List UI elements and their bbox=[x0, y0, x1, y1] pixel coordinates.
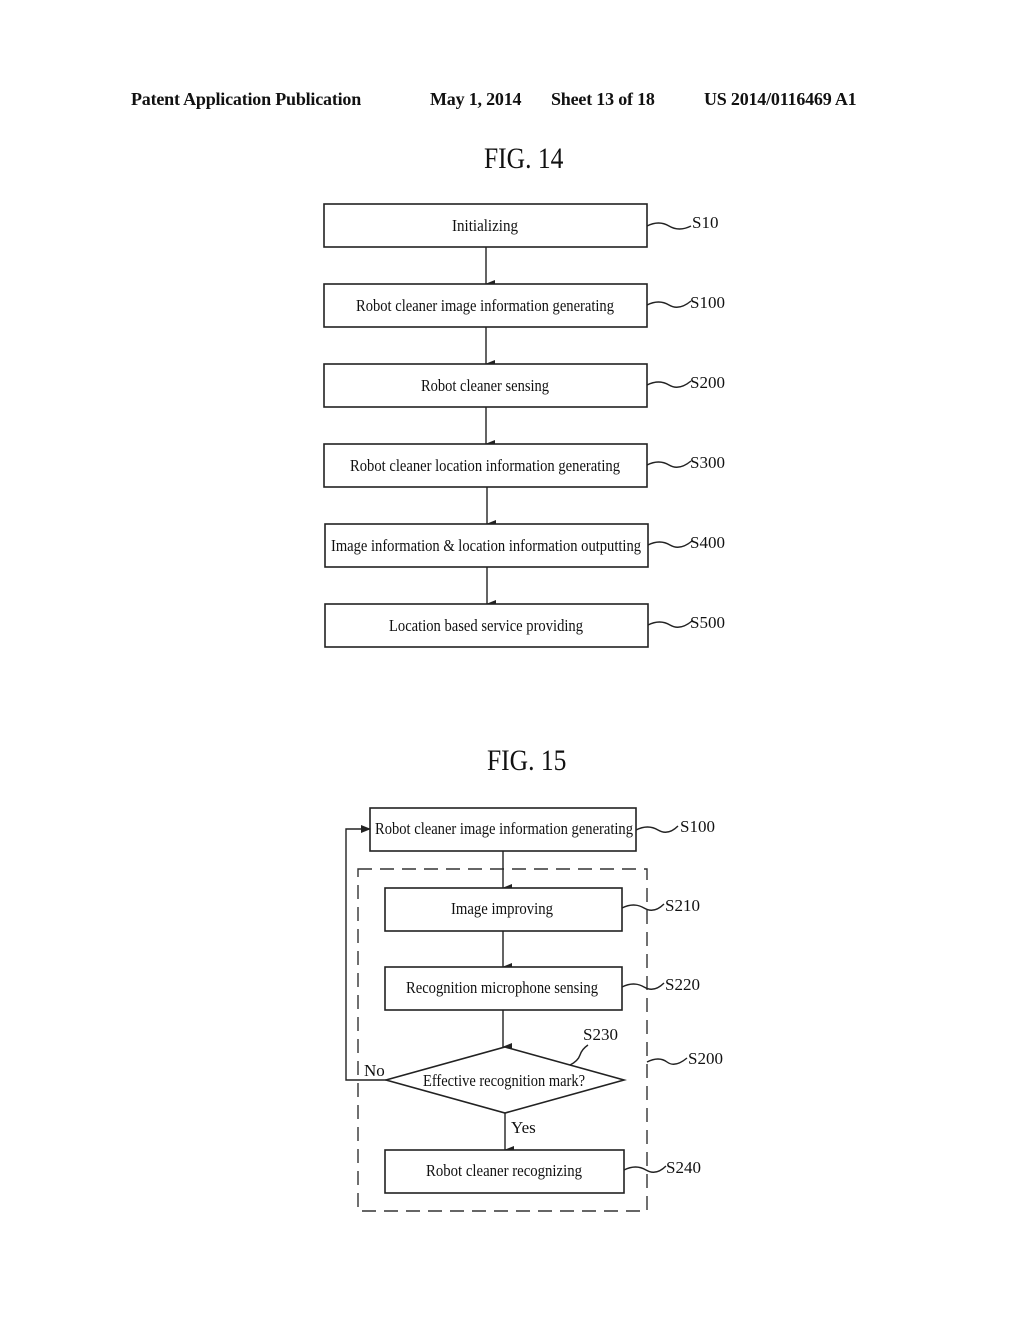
step-ref: S400 bbox=[690, 533, 725, 552]
fig15-step-s240: Robot cleaner recognizing S240 bbox=[384, 1149, 701, 1194]
yes-branch-label: Yes bbox=[511, 1118, 536, 1137]
step-ref: S100 bbox=[690, 293, 725, 312]
leader-line bbox=[621, 903, 665, 911]
step-label: Initializing bbox=[452, 216, 518, 235]
leader-line bbox=[635, 825, 679, 833]
step-label: Recognition microphone sensing bbox=[406, 978, 598, 997]
step-label: Robot cleaner sensing bbox=[421, 376, 549, 395]
fig14-step-s400: Image information & location information… bbox=[324, 523, 725, 568]
step-ref: S240 bbox=[666, 1158, 701, 1177]
fig15-flowchart: S200 Robot cleaner image information gen… bbox=[345, 807, 723, 1212]
leader-line bbox=[647, 620, 693, 628]
fig14-step-s300: Robot cleaner location information gener… bbox=[323, 443, 725, 488]
step-ref: S100 bbox=[680, 817, 715, 836]
step-label: Robot cleaner image information generati… bbox=[356, 296, 614, 315]
no-loop-arrow bbox=[345, 825, 386, 1081]
step-ref: S500 bbox=[690, 613, 725, 632]
decision-ref: S230 bbox=[583, 1025, 618, 1044]
leader-line bbox=[646, 1057, 688, 1065]
step-ref: S210 bbox=[665, 896, 700, 915]
fig15-step-s100: Robot cleaner image information generati… bbox=[369, 807, 715, 852]
flowchart-canvas: Initializing S10 Robot cleaner image inf… bbox=[323, 203, 725, 1212]
leader-line bbox=[621, 982, 665, 990]
step-label: Location based service providing bbox=[389, 616, 583, 635]
leader-line bbox=[646, 460, 692, 468]
fig15-decision-s230: Effective recognition mark? S230 No Yes bbox=[364, 1025, 627, 1137]
step-label: Robot cleaner image information generati… bbox=[375, 819, 633, 838]
leader-line bbox=[646, 380, 692, 388]
decision-label: Effective recognition mark? bbox=[423, 1071, 585, 1090]
leader-line bbox=[569, 1044, 589, 1066]
fig14-step-s500: Location based service providing S500 bbox=[324, 603, 725, 648]
group-ref: S200 bbox=[688, 1049, 723, 1068]
step-label: Robot cleaner recognizing bbox=[426, 1161, 582, 1180]
step-label: Image improving bbox=[451, 899, 553, 918]
step-label: Image information & location information… bbox=[331, 536, 641, 555]
step-ref: S220 bbox=[665, 975, 700, 994]
step-ref: S300 bbox=[690, 453, 725, 472]
step-ref: S200 bbox=[690, 373, 725, 392]
step-label: Robot cleaner location information gener… bbox=[350, 456, 620, 475]
leader-line bbox=[646, 222, 692, 230]
fig15-step-s220: Recognition microphone sensing S220 bbox=[384, 966, 700, 1011]
fig14-step-s10: Initializing S10 bbox=[323, 203, 718, 248]
leader-line bbox=[646, 300, 692, 308]
leader-line bbox=[623, 1165, 667, 1173]
fig14-flowchart: Initializing S10 Robot cleaner image inf… bbox=[323, 203, 725, 648]
no-branch-label: No bbox=[364, 1061, 385, 1080]
leader-line bbox=[647, 540, 693, 548]
fig14-step-s200: Robot cleaner sensing S200 bbox=[323, 363, 725, 408]
fig14-step-s100: Robot cleaner image information generati… bbox=[323, 283, 725, 328]
step-ref: S10 bbox=[692, 213, 718, 232]
fig15-step-s210: Image improving S210 bbox=[384, 887, 700, 932]
